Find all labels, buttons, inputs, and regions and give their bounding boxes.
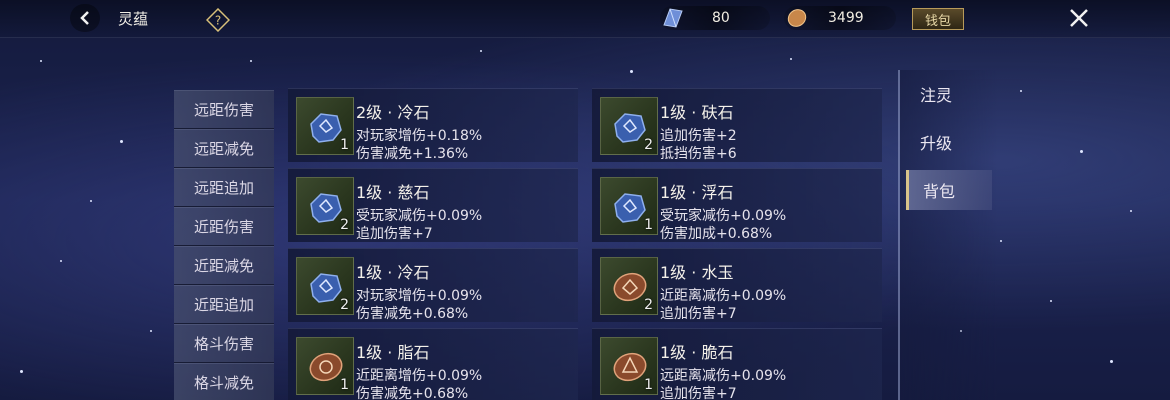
stone-card[interactable]: 1 1级 · 浮石 受玩家减伤+0.09% 伤害加成+0.68% [592,168,882,242]
stone-attribute: 伤害减免+0.68% [356,386,469,400]
stone-name: 2级 · 冷石 [356,103,430,122]
stone-thumbnail: 2 [600,97,658,155]
stone-attribute: 伤害减免+1.36% [356,146,469,162]
tab-upgrade[interactable]: 升级 [906,122,992,162]
stone-thumbnail: 1 [296,97,354,155]
back-button[interactable] [70,4,100,32]
stone-attribute: 近距离增伤+0.09% [356,368,483,384]
stone-thumbnail: 1 [600,337,658,395]
stone-name: 1级 · 脂石 [356,343,430,362]
svg-text:?: ? [215,14,221,28]
tab-infuse[interactable]: 注灵 [906,74,992,114]
stone-count: 2 [644,297,653,313]
blue-crystal-icon [663,8,683,28]
stone-card[interactable]: 2 1级 · 砆石 追加伤害+2 抵挡伤害+6 [592,88,882,162]
top-bar: 灵蕴 ? 80 3499 钱包 [0,0,1170,38]
stone-card[interactable]: 2 1级 · 冷石 对玩家增伤+0.09% 伤害减免+0.68% [288,248,578,322]
stone-attribute: 伤害减免+0.68% [356,306,469,322]
stone-count: 1 [340,377,349,393]
stone-attribute: 追加伤害+2 [660,128,737,144]
category-fight-damage[interactable]: 格斗伤害 [174,324,274,363]
stone-count: 2 [340,217,349,233]
page-title: 灵蕴 [118,10,149,28]
category-melee-damage[interactable]: 近距伤害 [174,207,274,246]
stone-thumbnail: 1 [296,337,354,395]
stone-name: 1级 · 脆石 [660,343,734,362]
stone-attribute: 对玩家增伤+0.18% [356,128,483,144]
category-ranged-damage[interactable]: 远距伤害 [174,90,274,129]
stone-count: 1 [644,377,653,393]
stone-thumbnail: 1 [600,177,658,235]
category-melee-reduction[interactable]: 近距减免 [174,246,274,285]
stone-thumbnail: 2 [296,177,354,235]
stone-attribute: 对玩家增伤+0.09% [356,288,483,304]
stone-attribute: 抵挡伤害+6 [660,146,737,162]
currency-brown-stone: 3499 [784,6,896,30]
category-list: 远距伤害 远距减免 远距追加 近距伤害 近距减免 近距追加 格斗伤害 格斗减免 [174,90,274,400]
stone-attribute: 受玩家减伤+0.09% [356,208,483,224]
category-ranged-reduction[interactable]: 远距减免 [174,129,274,168]
close-button[interactable] [1062,2,1096,34]
category-ranged-bonus[interactable]: 远距追加 [174,168,274,207]
chevron-left-icon [80,11,89,25]
brown-stone-icon [787,9,807,27]
stone-name: 1级 · 砆石 [660,103,734,122]
category-melee-bonus[interactable]: 近距追加 [174,285,274,324]
stone-name: 1级 · 浮石 [660,183,734,202]
stone-card[interactable]: 2 1级 · 水玉 近距离减伤+0.09% 追加伤害+7 [592,248,882,322]
stone-attribute: 受玩家减伤+0.09% [660,208,787,224]
help-icon[interactable]: ? [205,7,231,33]
wallet-button[interactable]: 钱包 [912,8,964,30]
stone-card[interactable]: 2 1级 · 慈石 受玩家减伤+0.09% 追加伤害+7 [288,168,578,242]
stone-card[interactable]: 1 1级 · 脆石 远距离减伤+0.09% 追加伤害+7 [592,328,882,400]
currency-blue-value: 80 [712,10,730,26]
stone-count: 2 [644,137,653,153]
stone-attribute: 追加伤害+7 [356,226,433,242]
stone-thumbnail: 2 [600,257,658,315]
stone-name: 1级 · 冷石 [356,263,430,282]
stone-attribute: 追加伤害+7 [660,386,737,400]
stone-name: 1级 · 慈石 [356,183,430,202]
stone-attribute: 伤害加成+0.68% [660,226,773,242]
stone-attribute: 远距离减伤+0.09% [660,368,787,384]
stone-card[interactable]: 1 1级 · 脂石 近距离增伤+0.09% 伤害减免+0.68% [288,328,578,400]
stone-card[interactable]: 1 2级 · 冷石 对玩家增伤+0.18% 伤害减免+1.36% [288,88,578,162]
stone-attribute: 近距离减伤+0.09% [660,288,787,304]
currency-brown-value: 3499 [828,10,864,26]
side-tabs: 注灵 升级 背包 [898,70,998,400]
stone-count: 1 [340,137,349,153]
category-fight-reduction[interactable]: 格斗减免 [174,363,274,400]
close-icon [1070,9,1088,27]
tab-bag[interactable]: 背包 [906,170,992,210]
stone-attribute: 追加伤害+7 [660,306,737,322]
currency-blue-stone: 80 [660,6,770,30]
stone-name: 1级 · 水玉 [660,263,734,282]
stone-count: 1 [644,217,653,233]
stone-thumbnail: 2 [296,257,354,315]
stone-count: 2 [340,297,349,313]
